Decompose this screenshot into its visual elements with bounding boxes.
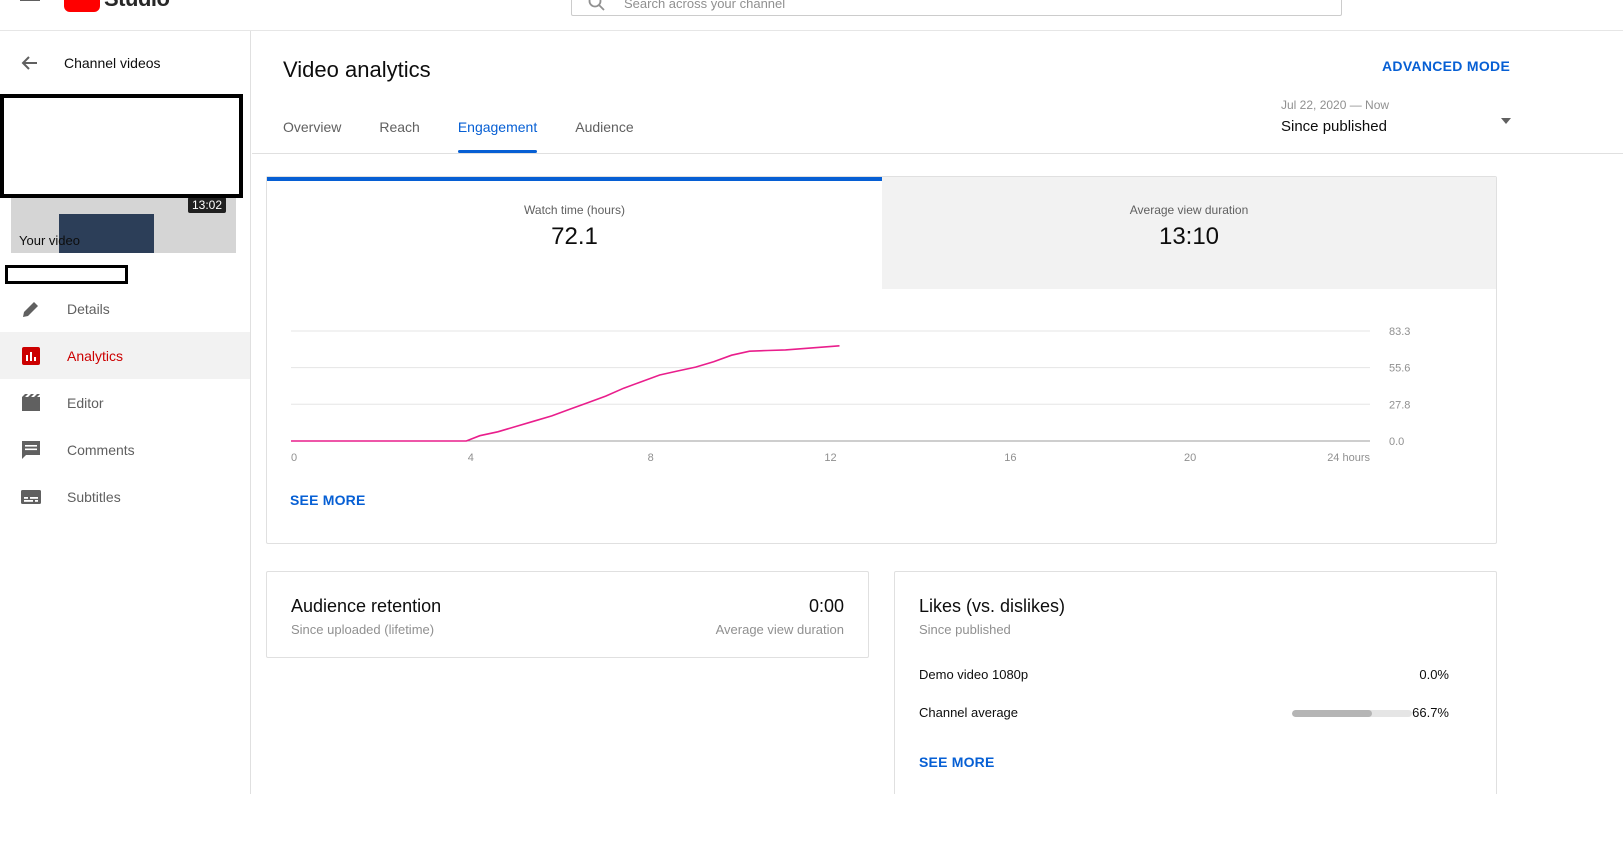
x-tick-label: 4 <box>468 452 474 464</box>
likes-bar-fill <box>1292 710 1373 717</box>
likes-row-label: Demo video 1080p <box>919 667 1029 682</box>
your-video-label: Your video <box>19 233 80 248</box>
y-tick-label: 55.6 <box>1389 363 1410 375</box>
sidebar-item-details[interactable]: Details <box>0 285 250 332</box>
sidebar: Channel videos 13:02 Your video Details … <box>0 31 251 794</box>
x-tick-label: 8 <box>648 452 654 464</box>
back-arrow-icon <box>21 56 37 70</box>
editor-icon <box>20 392 42 414</box>
sidebar-item-label: Editor <box>67 394 104 411</box>
likes-row-video: Demo video 1080p 0.0% <box>919 667 1449 687</box>
x-tick-label: 0 <box>291 452 297 464</box>
watch-time-chart: 83.3 55.6 27.8 0.0 0 4 8 12 16 20 24 hours <box>291 326 1410 464</box>
x-tick-label: 16 <box>1004 452 1016 464</box>
audience-retention-card: Audience retention Since uploaded (lifet… <box>266 571 869 658</box>
logo-text: Studio <box>104 0 170 12</box>
metric-label: Average view duration <box>1129 203 1249 217</box>
page-title: Video analytics <box>283 57 431 82</box>
sidebar-nav: Details Analytics Editor Comments Subtit… <box>0 285 250 520</box>
card-subtitle: Since published <box>919 622 1011 637</box>
sidebar-item-label: Details <box>67 300 110 317</box>
main-content: Video analytics ADVANCED MODE Overview R… <box>252 31 1623 801</box>
studio-logo[interactable]: Studio <box>64 0 170 12</box>
sidebar-item-label: Subtitles <box>67 488 121 505</box>
sidebar-item-analytics[interactable]: Analytics <box>0 332 250 379</box>
search-input[interactable]: Search across your channel <box>571 0 1342 16</box>
video-duration: 13:02 <box>188 197 227 213</box>
sidebar-item-label: Comments <box>67 441 135 458</box>
card-subtitle: Since uploaded (lifetime) <box>291 622 435 637</box>
top-bar: Studio Search across your channel <box>0 0 1623 31</box>
see-more-engagement-button[interactable]: SEE MORE <box>290 492 366 508</box>
likes-row-channel-average: Channel average 66.7% <box>919 705 1449 725</box>
sidebar-item-label: Analytics <box>67 347 124 364</box>
x-tick-label: 24 hours <box>1327 452 1370 464</box>
tab-overview[interactable]: Overview <box>283 119 341 153</box>
chevron-down-icon <box>1501 118 1511 124</box>
menu-icon[interactable] <box>20 0 40 6</box>
likes-bar <box>1292 710 1412 717</box>
see-more-likes-button[interactable]: SEE MORE <box>919 754 995 770</box>
back-label: Channel videos <box>64 55 161 71</box>
retention-value: 0:00 <box>808 596 844 616</box>
comments-icon <box>20 439 42 461</box>
date-range-dates: Jul 22, 2020 — Now <box>1281 98 1390 112</box>
metric-label: Watch time (hours) <box>524 203 625 217</box>
analytics-icon <box>20 345 42 367</box>
redaction-box <box>0 94 243 198</box>
card-title: Likes (vs. dislikes) <box>919 596 1066 616</box>
date-range-dropdown[interactable]: Jul 22, 2020 — Now Since published <box>1281 98 1511 135</box>
advanced-mode-button[interactable]: ADVANCED MODE <box>1382 58 1510 74</box>
back-to-channel-videos[interactable]: Channel videos <box>20 52 161 74</box>
sidebar-item-subtitles[interactable]: Subtitles <box>0 473 250 520</box>
page-bottom <box>0 794 1623 847</box>
y-tick-label: 0.0 <box>1389 436 1404 448</box>
metric-watch-time[interactable]: Watch time (hours) 72.1 <box>267 177 882 289</box>
date-range-value: Since published <box>1281 118 1387 135</box>
pencil-icon <box>20 298 42 320</box>
metric-avg-view-duration[interactable]: Average view duration 13:10 <box>882 177 1496 289</box>
tabs-divider <box>252 153 1623 154</box>
metric-value: 13:10 <box>1158 223 1220 250</box>
likes-row-value: 0.0% <box>1419 667 1449 682</box>
tab-audience[interactable]: Audience <box>575 119 633 153</box>
y-tick-label: 83.3 <box>1389 326 1410 338</box>
redaction-box <box>5 265 128 284</box>
y-tick-label: 27.8 <box>1389 399 1410 411</box>
likes-card: Likes (vs. dislikes) Since published Dem… <box>894 571 1497 801</box>
metric-value: 72.1 <box>551 223 598 250</box>
series-line <box>291 345 840 442</box>
search-placeholder: Search across your channel <box>624 0 786 11</box>
sidebar-item-editor[interactable]: Editor <box>0 379 250 426</box>
tab-reach[interactable]: Reach <box>379 119 419 153</box>
likes-row-label: Channel average <box>919 705 1019 720</box>
card-title: Audience retention <box>291 596 442 616</box>
x-tick-label: 12 <box>824 452 836 464</box>
sidebar-item-comments[interactable]: Comments <box>0 426 250 473</box>
youtube-play-icon <box>64 0 100 12</box>
engagement-card: Watch time (hours) 72.1 Average view dur… <box>266 176 1497 544</box>
search-icon <box>588 0 605 11</box>
subtitles-icon <box>20 486 42 508</box>
studio-app: Studio Search across your channel Channe… <box>0 0 1623 847</box>
likes-row-value: 66.7% <box>1412 705 1449 720</box>
analytics-tabs: Overview Reach Engagement Audience <box>283 119 672 153</box>
x-tick-label: 20 <box>1184 452 1196 464</box>
retention-value-label: Average view duration <box>715 622 844 637</box>
tab-engagement[interactable]: Engagement <box>457 119 538 153</box>
